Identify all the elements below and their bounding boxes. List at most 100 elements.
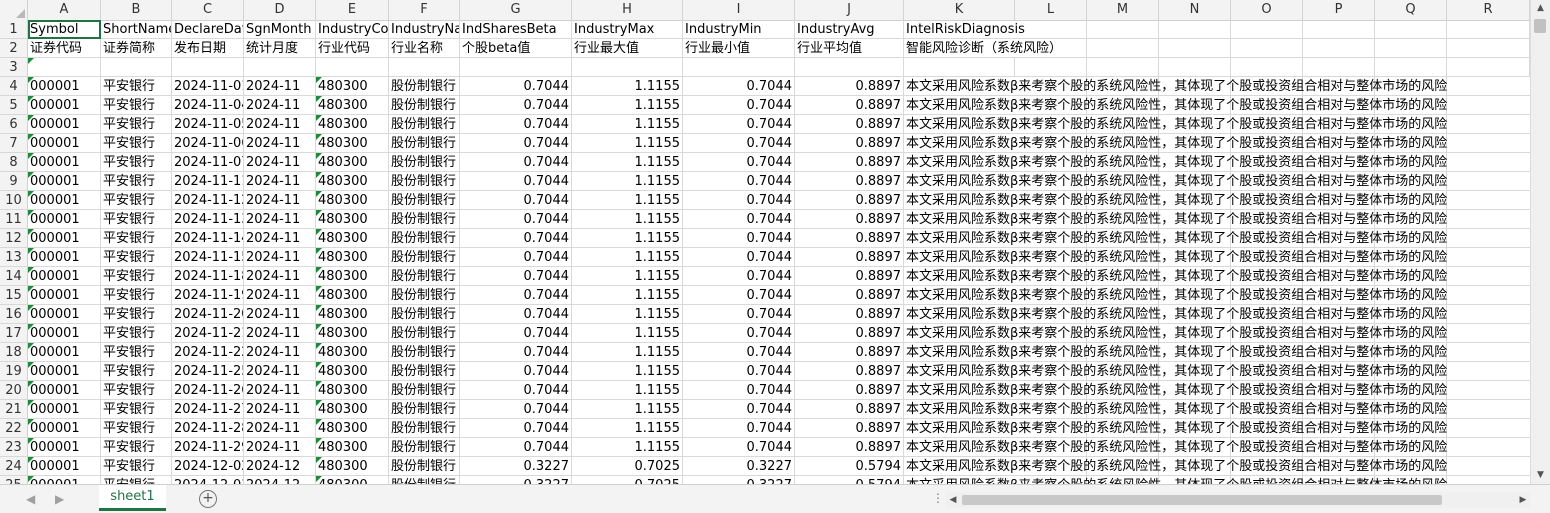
add-sheet-icon[interactable]: + (199, 490, 217, 508)
cell-g12[interactable]: 0.7044 (460, 229, 572, 248)
cell-i24[interactable]: 0.3227 (683, 457, 795, 476)
column-header-j[interactable]: J (795, 0, 904, 20)
cell-k6[interactable]: 本文采用风险系数β来考察个股的系统风险性，其体现了个股或投资组合相对与整体市场的… (904, 115, 1530, 134)
column-header-c[interactable]: C (172, 0, 244, 20)
scroll-right-arrow-icon[interactable]: ▶ (1516, 492, 1530, 508)
cell-g18[interactable]: 0.7044 (460, 343, 572, 362)
cell-h18[interactable]: 1.1155 (572, 343, 683, 362)
cell-k14[interactable]: 本文采用风险系数β来考察个股的系统风险性，其体现了个股或投资组合相对与整体市场的… (904, 267, 1530, 286)
cell-a9[interactable]: 000001 (28, 172, 101, 191)
cell-j13[interactable]: 0.8897 (795, 248, 904, 267)
cell-i6[interactable]: 0.7044 (683, 115, 795, 134)
row-number[interactable]: 3 (0, 58, 28, 77)
column-header-n[interactable]: N (1159, 0, 1231, 20)
cell-e18[interactable]: 480300 (316, 343, 389, 362)
cell-k7[interactable]: 本文采用风险系数β来考察个股的系统风险性，其体现了个股或投资组合相对与整体市场的… (904, 134, 1530, 153)
cell-g5[interactable]: 0.7044 (460, 96, 572, 115)
cell-i22[interactable]: 0.7044 (683, 419, 795, 438)
cell-k16[interactable]: 本文采用风险系数β来考察个股的系统风险性，其体现了个股或投资组合相对与整体市场的… (904, 305, 1530, 324)
cell-e16[interactable]: 480300 (316, 305, 389, 324)
cell-c17[interactable]: 2024-11-21 (172, 324, 244, 343)
row-number[interactable]: 8 (0, 153, 28, 172)
cell-c2[interactable]: 发布日期 (172, 39, 244, 58)
cell-k13[interactable]: 本文采用风险系数β来考察个股的系统风险性，其体现了个股或投资组合相对与整体市场的… (904, 248, 1530, 267)
cell-d9[interactable]: 2024-11 (244, 172, 316, 191)
cell-j3[interactable] (795, 58, 904, 77)
cell-i20[interactable]: 0.7044 (683, 381, 795, 400)
cell-d2[interactable]: 统计月度 (244, 39, 316, 58)
cell-d23[interactable]: 2024-11 (244, 438, 316, 457)
row-number[interactable]: 10 (0, 191, 28, 210)
cell-q3[interactable] (1375, 58, 1447, 77)
cell-e24[interactable]: 480300 (316, 457, 389, 476)
cell-a10[interactable]: 000001 (28, 191, 101, 210)
scroll-up-arrow-icon[interactable]: ▲ (1531, 0, 1550, 17)
cell-j19[interactable]: 0.8897 (795, 362, 904, 381)
row-number[interactable]: 24 (0, 457, 28, 476)
cell-e25[interactable]: 480300 (316, 476, 389, 484)
cell-b23[interactable]: 平安银行 (101, 438, 172, 457)
cell-h12[interactable]: 1.1155 (572, 229, 683, 248)
cell-g6[interactable]: 0.7044 (460, 115, 572, 134)
cell-g2[interactable]: 个股beta值 (460, 39, 572, 58)
cell-g9[interactable]: 0.7044 (460, 172, 572, 191)
cell-e2[interactable]: 行业代码 (316, 39, 389, 58)
cell-d6[interactable]: 2024-11 (244, 115, 316, 134)
cell-i8[interactable]: 0.7044 (683, 153, 795, 172)
cell-b16[interactable]: 平安银行 (101, 305, 172, 324)
row-number[interactable]: 13 (0, 248, 28, 267)
cell-d18[interactable]: 2024-11 (244, 343, 316, 362)
cell-p3[interactable] (1303, 58, 1375, 77)
cell-a15[interactable]: 000001 (28, 286, 101, 305)
cell-c5[interactable]: 2024-11-04 (172, 96, 244, 115)
cell-e13[interactable]: 480300 (316, 248, 389, 267)
row-number[interactable]: 25 (0, 476, 28, 484)
prev-sheet-icon[interactable]: ◀ (26, 492, 35, 506)
cell-k5[interactable]: 本文采用风险系数β来考察个股的系统风险性，其体现了个股或投资组合相对与整体市场的… (904, 96, 1530, 115)
column-header-q[interactable]: Q (1375, 0, 1447, 20)
cell-e4[interactable]: 480300 (316, 77, 389, 96)
row-number[interactable]: 15 (0, 286, 28, 305)
row-number[interactable]: 11 (0, 210, 28, 229)
cell-d15[interactable]: 2024-11 (244, 286, 316, 305)
cell-b25[interactable]: 平安银行 (101, 476, 172, 484)
cell-i13[interactable]: 0.7044 (683, 248, 795, 267)
cell-e3[interactable] (316, 58, 389, 77)
cell-j7[interactable]: 0.8897 (795, 134, 904, 153)
cell-f10[interactable]: 股份制银行 (389, 191, 460, 210)
cell-c13[interactable]: 2024-11-15 (172, 248, 244, 267)
cell-i17[interactable]: 0.7044 (683, 324, 795, 343)
cell-h8[interactable]: 1.1155 (572, 153, 683, 172)
cell-e23[interactable]: 480300 (316, 438, 389, 457)
cell-f8[interactable]: 股份制银行 (389, 153, 460, 172)
cell-d7[interactable]: 2024-11 (244, 134, 316, 153)
row-number[interactable]: 18 (0, 343, 28, 362)
cell-o3[interactable] (1231, 58, 1303, 77)
row-number[interactable]: 6 (0, 115, 28, 134)
cell-k21[interactable]: 本文采用风险系数β来考察个股的系统风险性，其体现了个股或投资组合相对与整体市场的… (904, 400, 1530, 419)
cell-r3[interactable] (1447, 58, 1530, 77)
cell-j8[interactable]: 0.8897 (795, 153, 904, 172)
column-header-d[interactable]: D (244, 0, 316, 20)
cell-h9[interactable]: 1.1155 (572, 172, 683, 191)
cell-h25[interactable]: 0.7025 (572, 476, 683, 484)
cell-k17[interactable]: 本文采用风险系数β来考察个股的系统风险性，其体现了个股或投资组合相对与整体市场的… (904, 324, 1530, 343)
cell-e17[interactable]: 480300 (316, 324, 389, 343)
cell-e9[interactable]: 480300 (316, 172, 389, 191)
cell-d17[interactable]: 2024-11 (244, 324, 316, 343)
cell-g17[interactable]: 0.7044 (460, 324, 572, 343)
cell-k11[interactable]: 本文采用风险系数β来考察个股的系统风险性，其体现了个股或投资组合相对与整体市场的… (904, 210, 1530, 229)
column-header-a[interactable]: A (28, 0, 101, 20)
vertical-scroll-thumb[interactable] (1534, 19, 1546, 33)
cell-i14[interactable]: 0.7044 (683, 267, 795, 286)
row-number[interactable]: 19 (0, 362, 28, 381)
cell-i3[interactable] (683, 58, 795, 77)
cell-k25[interactable]: 本文采用风险系数β来考察个股的系统风险性，其体现了个股或投资组合相对与整体市场的… (904, 476, 1530, 484)
cell-b7[interactable]: 平安银行 (101, 134, 172, 153)
cell-f3[interactable] (389, 58, 460, 77)
sheet-tab-sheet1[interactable]: sheet1 (99, 485, 166, 511)
cell-k12[interactable]: 本文采用风险系数β来考察个股的系统风险性，其体现了个股或投资组合相对与整体市场的… (904, 229, 1530, 248)
cell-g21[interactable]: 0.7044 (460, 400, 572, 419)
cell-k22[interactable]: 本文采用风险系数β来考察个股的系统风险性，其体现了个股或投资组合相对与整体市场的… (904, 419, 1530, 438)
cell-a24[interactable]: 000001 (28, 457, 101, 476)
